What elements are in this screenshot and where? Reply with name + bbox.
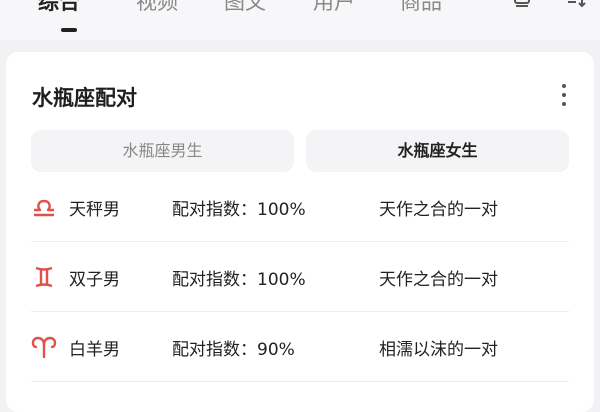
match-score: 配对指数：100%	[172, 200, 306, 220]
row-divider	[31, 381, 569, 382]
more-options-icon[interactable]	[554, 82, 574, 108]
match-score: 配对指数：100%	[172, 270, 306, 290]
tab-users[interactable]: 用户	[313, 0, 355, 16]
filter-icon[interactable]	[566, 0, 588, 8]
tab-graphic[interactable]: 图文	[224, 0, 266, 16]
card-title: 水瓶座配对	[32, 86, 137, 110]
top-nav: 综合 视频 图文 用户 商品	[0, 0, 600, 40]
libra-icon	[34, 199, 54, 217]
segment-female[interactable]: 水瓶座女生	[306, 130, 569, 172]
match-row-gemini[interactable]: 双子男 配对指数：100% 天作之合的一对	[31, 242, 569, 312]
sign-name: 双子男	[69, 270, 120, 290]
tab-products[interactable]: 商品	[400, 0, 442, 16]
match-description: 天作之合的一对	[379, 200, 498, 220]
sign-name: 天秤男	[69, 200, 120, 220]
sign-name: 白羊男	[69, 340, 120, 360]
aries-icon	[31, 336, 57, 359]
match-description: 天作之合的一对	[379, 270, 498, 290]
screen-icon[interactable]	[511, 0, 533, 8]
active-tab-indicator	[61, 28, 77, 32]
tab-video[interactable]: 视频	[136, 0, 178, 16]
match-description: 相濡以沫的一对	[379, 340, 498, 360]
gemini-icon	[35, 266, 53, 288]
match-row-aries[interactable]: 白羊男 配对指数：90% 相濡以沫的一对	[31, 312, 569, 382]
segment-male[interactable]: 水瓶座男生	[31, 130, 294, 172]
match-score: 配对指数：90%	[172, 340, 295, 360]
zodiac-match-card: 水瓶座配对 水瓶座男生 水瓶座女生 天秤男 配对指数：100% 天作之合的一对 …	[6, 52, 594, 412]
tab-comprehensive[interactable]: 综合	[38, 0, 80, 16]
match-row-libra[interactable]: 天秤男 配对指数：100% 天作之合的一对	[31, 172, 569, 242]
